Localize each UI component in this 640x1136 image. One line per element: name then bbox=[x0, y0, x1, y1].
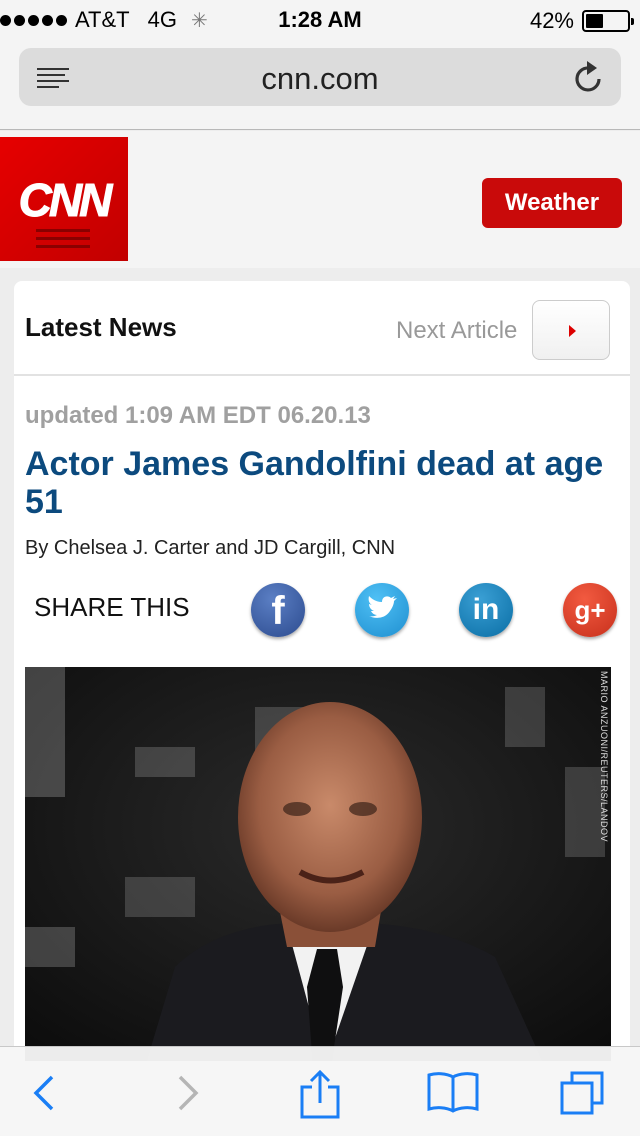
battery-icon bbox=[582, 10, 634, 32]
status-bar: AT&T 4G ✳ 1:28 AM 42% bbox=[0, 0, 640, 40]
reload-icon[interactable] bbox=[573, 60, 605, 94]
article-byline: By Chelsea J. Carter and JD Cargill, CNN bbox=[25, 537, 396, 559]
battery-indicator: 42% bbox=[529, 8, 634, 34]
share-icon[interactable] bbox=[296, 1069, 344, 1119]
site-header: CNN Weather bbox=[0, 131, 640, 268]
linkedin-icon: in bbox=[472, 593, 500, 626]
next-article-button[interactable] bbox=[532, 300, 610, 360]
photo-illustration bbox=[25, 667, 611, 1061]
twitter-share-button[interactable] bbox=[355, 583, 409, 637]
browser-address-area: cnn.com bbox=[0, 40, 640, 130]
photo-credit: MARIO ANZUONI/REUTERS/LANDOV bbox=[599, 671, 609, 843]
linkedin-share-button[interactable]: in bbox=[459, 583, 513, 637]
share-label: SHARE THIS bbox=[34, 592, 190, 622]
menu-icon[interactable] bbox=[36, 229, 90, 253]
updated-timestamp: updated 1:09 AM EDT 06.20.13 bbox=[25, 402, 371, 429]
battery-fill bbox=[586, 14, 603, 28]
google-plus-icon: g+ bbox=[574, 595, 606, 625]
back-icon[interactable] bbox=[22, 1069, 70, 1117]
play-arrow-icon bbox=[569, 325, 576, 337]
weather-button[interactable]: Weather bbox=[482, 178, 622, 228]
tabs-icon[interactable] bbox=[558, 1069, 606, 1117]
browser-toolbar bbox=[0, 1046, 640, 1136]
forward-icon[interactable] bbox=[162, 1069, 210, 1117]
article-card: Latest News Next Article updated 1:09 AM… bbox=[14, 281, 630, 1061]
article-photo[interactable]: MARIO ANZUONI/REUTERS/LANDOV bbox=[25, 667, 611, 1061]
cnn-logo[interactable]: CNN bbox=[0, 137, 128, 261]
address-bar[interactable]: cnn.com bbox=[19, 48, 621, 106]
twitter-bird-icon bbox=[368, 596, 397, 618]
cnn-logo-text: CNN bbox=[18, 174, 113, 227]
next-article-label[interactable]: Next Article bbox=[396, 317, 517, 345]
battery-percent: 42% bbox=[529, 8, 574, 33]
divider bbox=[14, 374, 630, 376]
section-title: Latest News bbox=[25, 312, 177, 342]
url-text[interactable]: cnn.com bbox=[19, 61, 621, 97]
google-plus-share-button[interactable]: g+ bbox=[563, 583, 617, 637]
facebook-share-button[interactable]: f bbox=[251, 583, 305, 637]
facebook-icon: f bbox=[271, 589, 285, 633]
article-headline: Actor James Gandolfini dead at age 51 bbox=[25, 445, 604, 521]
bookmarks-icon[interactable] bbox=[426, 1069, 480, 1117]
